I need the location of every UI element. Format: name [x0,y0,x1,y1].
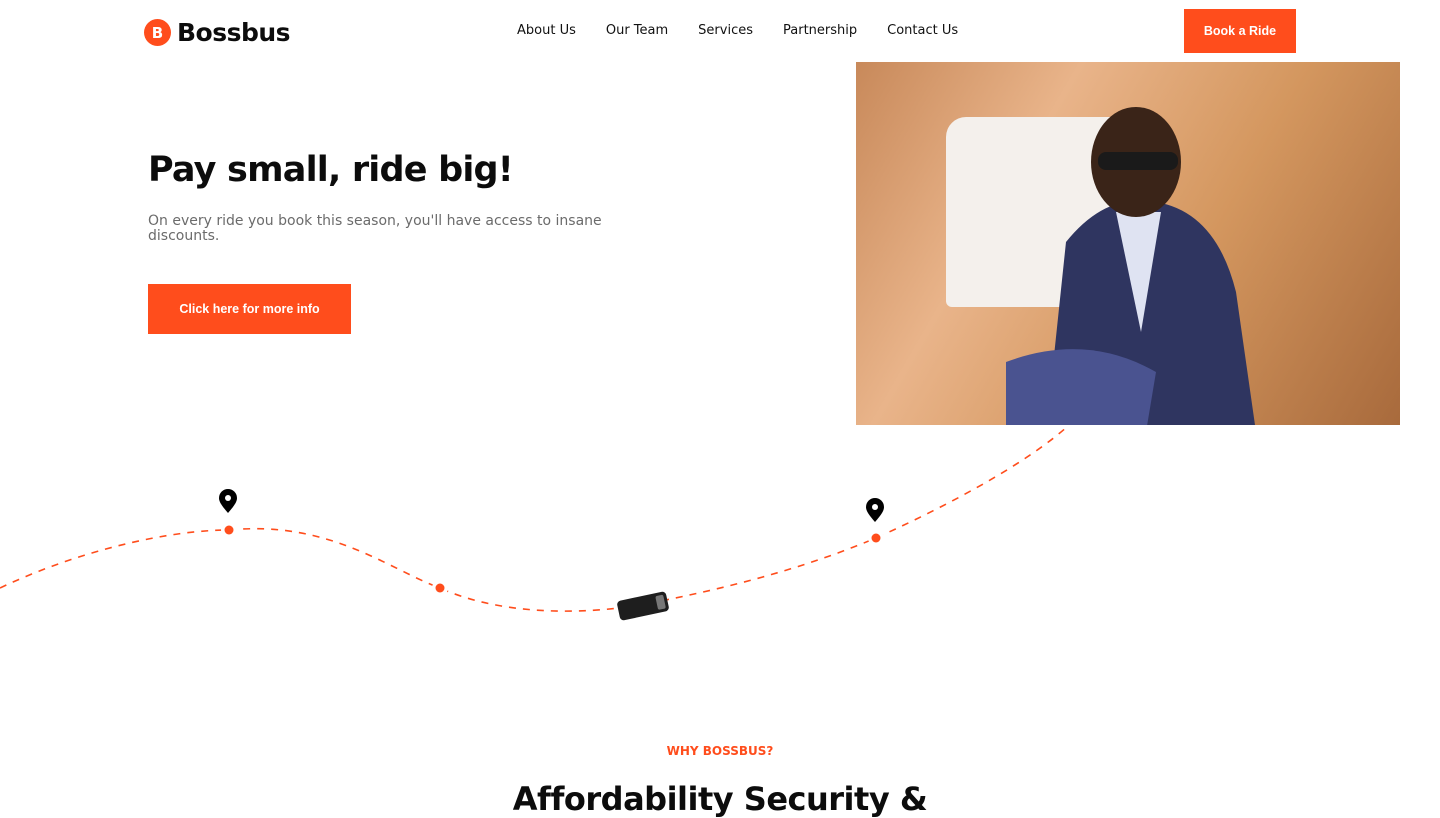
logo[interactable]: B Bossbus [144,18,291,47]
section-heading: Affordability Security & [512,780,928,818]
nav-about-us[interactable]: About Us [517,23,576,38]
logo-text: Bossbus [177,18,291,47]
more-info-button[interactable]: Click here for more info [148,284,351,334]
nav-our-team[interactable]: Our Team [606,23,668,38]
nav-services[interactable]: Services [698,23,753,38]
nav-partnership[interactable]: Partnership [783,23,857,38]
section-eyebrow: WHY BOSSBUS? [666,744,774,758]
book-ride-button[interactable]: Book a Ride [1184,9,1296,53]
car-icon [617,591,669,621]
passenger-illustration [1006,107,1255,425]
hero-subtitle: On every ride you book this season, you'… [148,213,602,244]
map-pin-icon [219,489,237,513]
hero-image [856,62,1400,425]
route-map [0,425,1069,621]
hero-title: Pay small, ride big! [148,150,514,190]
main-nav: About Us Our Team Services Partnership C… [517,23,958,38]
map-pin-icon [866,498,884,522]
nav-contact-us[interactable]: Contact Us [887,23,958,38]
route-path [0,425,1069,612]
logo-icon: B [144,19,171,46]
